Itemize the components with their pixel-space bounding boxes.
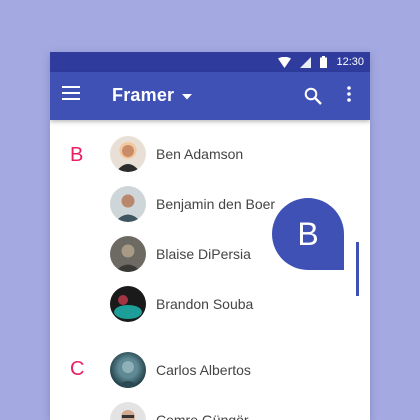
section-letter-c: C [70, 358, 85, 380]
scroll-index-bubble: B [272, 198, 344, 270]
fast-scroll-thumb[interactable] [356, 242, 359, 296]
avatar [110, 402, 146, 420]
phone-screen: 12:30 Framer B Ben Adamson Benjamin den … [50, 52, 370, 420]
app-title: Framer [112, 85, 175, 105]
search-icon[interactable] [304, 87, 322, 110]
contact-brandon-souba[interactable]: Brandon Souba [110, 284, 360, 324]
contact-carlos-albertos[interactable]: Carlos Albertos [110, 350, 360, 390]
contact-name: Carlos Albertos [156, 362, 251, 378]
contact-name: Benjamin den Boer [156, 196, 276, 212]
battery-icon [320, 56, 328, 68]
contact-list[interactable]: B Ben Adamson Benjamin den Boer Blaise D… [50, 120, 370, 420]
signal-icon [300, 56, 312, 68]
avatar [110, 136, 146, 172]
avatar [110, 186, 146, 222]
wifi-icon [278, 56, 292, 68]
avatar [110, 236, 146, 272]
contact-name: Cemre Güngör [156, 412, 249, 420]
contact-cemre-gungor[interactable]: Cemre Güngör [110, 400, 360, 420]
menu-icon[interactable] [62, 86, 80, 105]
contact-name: Blaise DiPersia [156, 246, 251, 262]
avatar [110, 286, 146, 322]
more-vert-icon[interactable] [347, 86, 351, 107]
title-dropdown[interactable]: Framer [112, 85, 193, 106]
contact-name: Ben Adamson [156, 146, 244, 162]
contact-ben-adamson[interactable]: Ben Adamson [110, 134, 360, 174]
dropdown-icon [182, 87, 193, 105]
app-bar: Framer [50, 72, 370, 120]
avatar [110, 352, 146, 388]
status-bar: 12:30 [50, 52, 370, 72]
contact-name: Brandon Souba [156, 296, 254, 312]
section-letter-b: B [70, 144, 84, 166]
status-time: 12:30 [336, 56, 364, 68]
